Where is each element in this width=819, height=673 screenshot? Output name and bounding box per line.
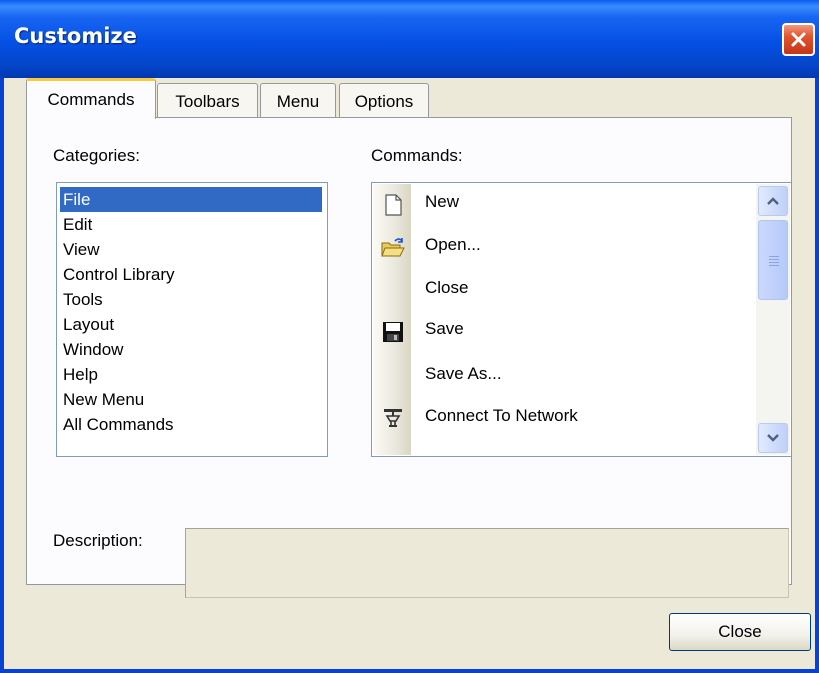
grip-line (769, 262, 779, 263)
close-button[interactable]: Close (669, 613, 811, 651)
category-item[interactable]: Edit (60, 212, 322, 237)
category-item[interactable]: View (60, 237, 322, 262)
description-label: Description: (53, 531, 143, 550)
command-item-new[interactable]: New (372, 184, 752, 226)
category-item[interactable]: New Menu (60, 387, 322, 412)
command-item-connect-to-network[interactable]: Connect To Network (372, 398, 752, 440)
window-title: Customize (14, 24, 137, 48)
commands-listbox[interactable]: New Open... Close Save Save As... Connec… (371, 182, 792, 457)
tab-options-label: Options (354, 91, 414, 111)
close-icon (791, 32, 806, 47)
scroll-up-button[interactable] (758, 186, 788, 216)
command-label: Connect To Network (425, 406, 578, 425)
commands-label: Commands: (371, 146, 463, 165)
tab-options[interactable]: Options (339, 83, 429, 117)
new-document-icon (385, 194, 402, 216)
grip-line (769, 256, 779, 257)
category-item[interactable]: Help (60, 362, 322, 387)
grip-line (769, 265, 779, 266)
command-label: Save As... (425, 364, 502, 383)
category-item[interactable]: Control Library (60, 262, 322, 287)
tab-toolbars[interactable]: Toolbars (157, 83, 258, 117)
command-label: New (425, 192, 460, 211)
command-item-save[interactable]: Save (372, 311, 752, 353)
scroll-thumb[interactable] (758, 220, 788, 300)
title-bar[interactable]: Customize (0, 0, 819, 78)
customize-dialog: Customize Commands Toolbars Menu Options… (0, 0, 819, 673)
scroll-down-button[interactable] (758, 423, 788, 453)
categories-label: Categories: (53, 146, 140, 165)
tab-menu-label: Menu (276, 91, 320, 111)
tab-toolbars-label: Toolbars (175, 91, 240, 111)
open-folder-icon (381, 238, 405, 257)
dialog-client-area: Commands Toolbars Menu Options Categorie… (4, 78, 815, 669)
title-close-button[interactable] (782, 23, 815, 56)
network-connect-icon (384, 409, 402, 427)
category-item[interactable]: File (60, 187, 322, 212)
save-disk-icon (383, 322, 403, 342)
chevron-down-icon (767, 434, 779, 442)
category-item[interactable]: All Commands (60, 412, 322, 437)
category-item[interactable]: Layout (60, 312, 322, 337)
command-label: Close (425, 278, 469, 297)
category-item[interactable]: Tools (60, 287, 322, 312)
category-item[interactable]: Window (60, 337, 322, 362)
chevron-up-icon (767, 197, 779, 205)
tab-commands[interactable]: Commands (26, 78, 156, 119)
command-label: Open... (425, 235, 481, 254)
command-item-save-as[interactable]: Save As... (372, 356, 752, 398)
grip-line (769, 259, 779, 260)
categories-listbox[interactable]: File Edit View Control Library Tools Lay… (56, 182, 328, 457)
command-label: Save (425, 319, 464, 338)
tab-menu[interactable]: Menu (260, 83, 336, 117)
close-button-label: Close (718, 622, 762, 641)
tab-commands-label: Commands (47, 90, 135, 109)
tab-panel-commands: Categories: File Edit View Control Libra… (26, 117, 792, 598)
description-box (185, 528, 789, 598)
command-item-open[interactable]: Open... (372, 227, 752, 269)
commands-scrollbar[interactable] (756, 184, 790, 455)
command-item-close[interactable]: Close (372, 270, 752, 312)
